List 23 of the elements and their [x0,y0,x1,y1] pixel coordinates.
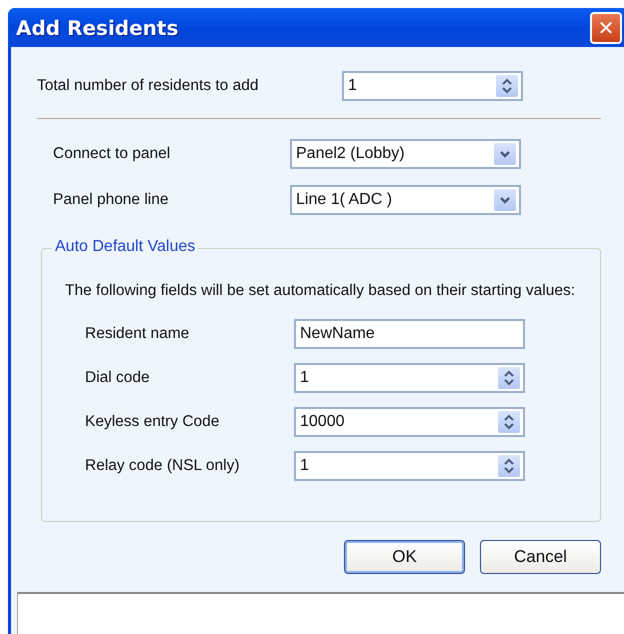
dialog-button[interactable]: Cancel [480,540,601,574]
field-label: Keyless entry Code [84,413,220,431]
dialog-button[interactable]: OK [344,540,465,574]
spin-field[interactable]: 1 [294,451,525,481]
input-field[interactable]: NewName [294,319,525,349]
spin-field[interactable]: 10000 [294,407,525,437]
window-title: Add Residents [16,16,178,40]
spin-arrows-icon[interactable] [496,75,518,97]
dropdown-field[interactable]: Line 1( ADC ) [290,185,521,215]
field-label: Panel phone line [52,191,170,209]
field-label: Connect to panel [52,145,172,163]
spin-field[interactable]: 1 [342,71,523,101]
spin-field[interactable]: 1 [294,363,525,393]
field-label: Relay code (NSL only) [84,457,240,475]
close-button[interactable]: ✕ [590,12,622,44]
field-label: Total number of residents to add [37,77,260,95]
spin-arrows-icon[interactable] [498,411,520,433]
field-label: Resident name [84,325,190,343]
spin-arrows-icon[interactable] [498,367,520,389]
dropdown-field[interactable]: Panel2 (Lobby) [290,139,521,169]
description-text: The following fields will be set automatically based on their starting values: [65,281,576,301]
field-label: Dial code [84,369,151,387]
spin-arrows-icon[interactable] [498,455,520,477]
